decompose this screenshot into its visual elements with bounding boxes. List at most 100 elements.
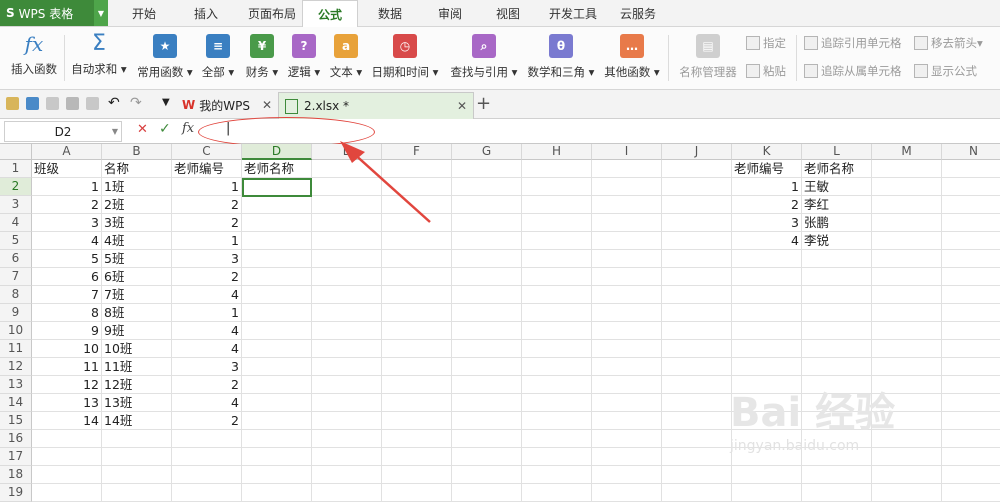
cell-E3[interactable] bbox=[312, 196, 382, 214]
cell-H8[interactable] bbox=[522, 286, 592, 304]
cell-C9[interactable]: 1 bbox=[172, 304, 242, 322]
cell-F12[interactable] bbox=[382, 358, 452, 376]
cell-D5[interactable] bbox=[242, 232, 312, 250]
cell-B8[interactable]: 7班 bbox=[102, 286, 172, 304]
cell-I9[interactable] bbox=[592, 304, 662, 322]
cell-C5[interactable]: 1 bbox=[172, 232, 242, 250]
cell-J16[interactable] bbox=[662, 430, 732, 448]
cell-I7[interactable] bbox=[592, 268, 662, 286]
cell-D1[interactable]: 老师名称 bbox=[242, 160, 312, 178]
cell-K1[interactable]: 老师编号 bbox=[732, 160, 802, 178]
insert-function-button[interactable]: fx 插入函数 bbox=[6, 31, 62, 85]
cell-E10[interactable] bbox=[312, 322, 382, 340]
cell-B18[interactable] bbox=[102, 466, 172, 484]
cell-J18[interactable] bbox=[662, 466, 732, 484]
cell-M3[interactable] bbox=[872, 196, 942, 214]
cell-F6[interactable] bbox=[382, 250, 452, 268]
cell-G1[interactable] bbox=[452, 160, 522, 178]
cell-E17[interactable] bbox=[312, 448, 382, 466]
row-header[interactable]: 1 bbox=[0, 160, 32, 178]
save-icon[interactable] bbox=[26, 97, 39, 110]
row-header[interactable]: 13 bbox=[0, 376, 32, 394]
cell-N7[interactable] bbox=[942, 268, 1000, 286]
cell-B6[interactable]: 5班 bbox=[102, 250, 172, 268]
cell-J3[interactable] bbox=[662, 196, 732, 214]
cell-C14[interactable]: 4 bbox=[172, 394, 242, 412]
cell-I14[interactable] bbox=[592, 394, 662, 412]
cell-H3[interactable] bbox=[522, 196, 592, 214]
tab-workbook[interactable]: 2.xlsx * ✕ bbox=[278, 92, 474, 119]
cell-J6[interactable] bbox=[662, 250, 732, 268]
cell-F5[interactable] bbox=[382, 232, 452, 250]
cell-G8[interactable] bbox=[452, 286, 522, 304]
cell-D14[interactable] bbox=[242, 394, 312, 412]
column-header[interactable]: C bbox=[172, 144, 242, 160]
cell-G10[interactable] bbox=[452, 322, 522, 340]
cell-N9[interactable] bbox=[942, 304, 1000, 322]
logic-functions-button[interactable]: ? 逻辑 ▾ bbox=[284, 31, 324, 85]
cell-F3[interactable] bbox=[382, 196, 452, 214]
cell-H15[interactable] bbox=[522, 412, 592, 430]
cell-E2[interactable] bbox=[312, 178, 382, 196]
cell-J9[interactable] bbox=[662, 304, 732, 322]
cell-C10[interactable]: 4 bbox=[172, 322, 242, 340]
name-box[interactable]: D2 ▼ bbox=[4, 121, 122, 142]
cell-D19[interactable] bbox=[242, 484, 312, 502]
cell-B15[interactable]: 14班 bbox=[102, 412, 172, 430]
cell-H19[interactable] bbox=[522, 484, 592, 502]
cell-K3[interactable]: 2 bbox=[732, 196, 802, 214]
cell-J12[interactable] bbox=[662, 358, 732, 376]
cell-G2[interactable] bbox=[452, 178, 522, 196]
print-icon[interactable] bbox=[66, 97, 79, 110]
name-manager-button[interactable]: ▤ 名称管理器 bbox=[676, 31, 740, 85]
cell-L19[interactable] bbox=[802, 484, 872, 502]
cell-N4[interactable] bbox=[942, 214, 1000, 232]
cell-L4[interactable]: 张鹏 bbox=[802, 214, 872, 232]
cell-M7[interactable] bbox=[872, 268, 942, 286]
trace-dependents-button[interactable]: 追踪从属单元格 bbox=[804, 63, 902, 79]
column-header[interactable]: M bbox=[872, 144, 942, 160]
cell-H11[interactable] bbox=[522, 340, 592, 358]
cell-D15[interactable] bbox=[242, 412, 312, 430]
cell-A2[interactable]: 1 bbox=[32, 178, 102, 196]
cell-K7[interactable] bbox=[732, 268, 802, 286]
show-formulas-button[interactable]: 显示公式 bbox=[914, 63, 977, 79]
cell-A19[interactable] bbox=[32, 484, 102, 502]
row-header[interactable]: 2 bbox=[0, 178, 32, 196]
cell-D18[interactable] bbox=[242, 466, 312, 484]
cell-C18[interactable] bbox=[172, 466, 242, 484]
tab-my-wps[interactable]: W 我的WPS ✕ bbox=[182, 92, 278, 118]
cell-K8[interactable] bbox=[732, 286, 802, 304]
cell-H9[interactable] bbox=[522, 304, 592, 322]
cell-E11[interactable] bbox=[312, 340, 382, 358]
cell-B19[interactable] bbox=[102, 484, 172, 502]
cell-G18[interactable] bbox=[452, 466, 522, 484]
cell-E15[interactable] bbox=[312, 412, 382, 430]
cell-D11[interactable] bbox=[242, 340, 312, 358]
cell-A8[interactable]: 7 bbox=[32, 286, 102, 304]
column-header[interactable]: D bbox=[242, 144, 312, 160]
cell-K5[interactable]: 4 bbox=[732, 232, 802, 250]
cell-G13[interactable] bbox=[452, 376, 522, 394]
cell-H13[interactable] bbox=[522, 376, 592, 394]
cell-J2[interactable] bbox=[662, 178, 732, 196]
cell-A3[interactable]: 2 bbox=[32, 196, 102, 214]
cell-G4[interactable] bbox=[452, 214, 522, 232]
cell-C16[interactable] bbox=[172, 430, 242, 448]
column-header[interactable]: J bbox=[662, 144, 732, 160]
cell-N8[interactable] bbox=[942, 286, 1000, 304]
cell-A9[interactable]: 8 bbox=[32, 304, 102, 322]
row-header[interactable]: 17 bbox=[0, 448, 32, 466]
cell-D4[interactable] bbox=[242, 214, 312, 232]
cell-L11[interactable] bbox=[802, 340, 872, 358]
cell-I5[interactable] bbox=[592, 232, 662, 250]
cell-E1[interactable] bbox=[312, 160, 382, 178]
cell-F15[interactable] bbox=[382, 412, 452, 430]
fx-icon[interactable]: fx bbox=[182, 121, 194, 136]
cell-B13[interactable]: 12班 bbox=[102, 376, 172, 394]
cell-E7[interactable] bbox=[312, 268, 382, 286]
cell-F10[interactable] bbox=[382, 322, 452, 340]
cell-G3[interactable] bbox=[452, 196, 522, 214]
cell-I2[interactable] bbox=[592, 178, 662, 196]
column-header[interactable]: E bbox=[312, 144, 382, 160]
